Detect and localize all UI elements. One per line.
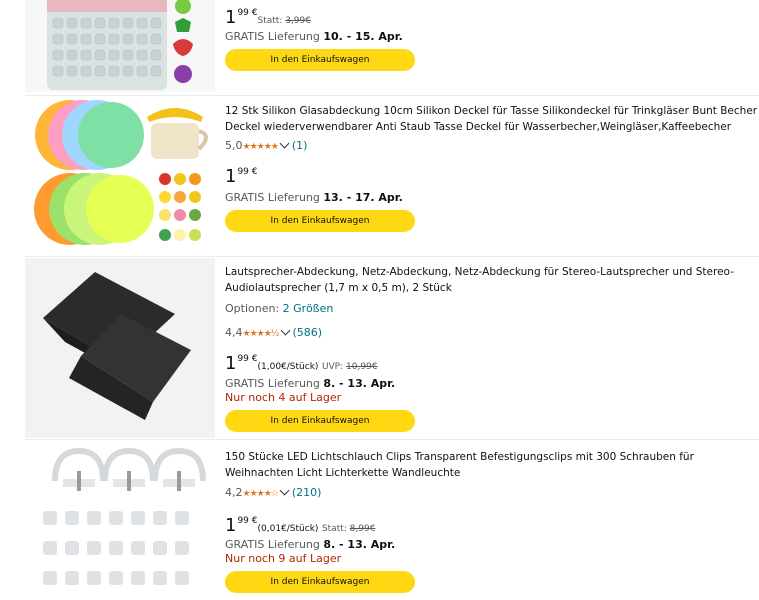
add-to-cart-button[interactable]: In den Einkaufswagen (225, 410, 415, 432)
silicone-lids-image (34, 100, 208, 245)
strike-label: Statt: (257, 16, 286, 26)
strike-price: 8,99€ (349, 524, 376, 534)
star-rating-icon[interactable]: ★★★★☆ (243, 489, 279, 499)
delivery-info: GRATIS Lieferung 10. - 15. Apr. (225, 30, 403, 43)
rating-value: 5,0 (225, 139, 243, 152)
add-to-cart-button[interactable]: In den Einkaufswagen (225, 210, 415, 232)
product-title[interactable]: 12 Stk Silikon Glasabdeckung 10cm Siliko… (225, 103, 759, 135)
price-row: 199 € (225, 163, 258, 186)
price-row: 199 €(1,00€/Stück) UVP: 10,99€ (225, 350, 378, 374)
rating-value: 4,2 (225, 486, 243, 499)
review-count[interactable]: (210) (292, 486, 322, 499)
unit-price: (1,00€/Stück) (257, 362, 319, 372)
price: 199 € (225, 353, 258, 374)
review-count[interactable]: (1) (292, 139, 308, 152)
product-card: 150 Stücke LED Lichtschlauch Clips Trans… (0, 441, 759, 600)
rating-row: 4,2★★★★☆ (210) (225, 485, 322, 501)
chevron-down-icon[interactable] (280, 325, 290, 336)
rating-row: 4,4★★★★½ (586) (225, 325, 323, 341)
add-to-cart-button[interactable]: In den Einkaufswagen (225, 49, 415, 71)
chevron-down-icon[interactable] (279, 138, 290, 149)
product-image[interactable] (25, 97, 215, 255)
strike-label: UVP: (321, 362, 347, 372)
strike-price: 3,99€ (285, 16, 311, 26)
silicone-mold-image (47, 0, 193, 90)
product-title[interactable]: Lautsprecher-Abdeckung, Netz-Abdeckung, … (225, 264, 745, 296)
strike-label: Statt: (321, 524, 350, 534)
price: 199 € (225, 7, 258, 28)
delivery-info: GRATIS Lieferung 8. - 13. Apr. (225, 377, 396, 390)
rating-value: 4,4 (225, 326, 243, 339)
speaker-cover-fabric-image (43, 272, 191, 420)
divider (25, 439, 759, 440)
stock-warning: Nur noch 4 auf Lager (225, 391, 342, 404)
options-link[interactable]: 2 Größen (283, 302, 334, 315)
product-image[interactable] (25, 0, 215, 92)
divider (25, 256, 759, 257)
rating-row: 5,0★★★★★ (1) (225, 138, 308, 154)
price-row: 199 €Statt: 3,99€ (225, 4, 311, 28)
delivery-info: GRATIS Lieferung 13. - 17. Apr. (225, 191, 403, 204)
search-results-list: 199 €Statt: 3,99€ GRATIS Lieferung 10. -… (0, 0, 759, 600)
product-image[interactable] (25, 258, 215, 438)
product-card: 199 €Statt: 3,99€ GRATIS Lieferung 10. -… (0, 0, 759, 95)
led-clips-image (43, 447, 206, 585)
product-card: Lautsprecher-Abdeckung, Netz-Abdeckung, … (0, 258, 759, 438)
strike-price: 10,99€ (346, 362, 378, 372)
divider (25, 95, 759, 96)
options-row: Optionen: 2 Größen (225, 302, 334, 315)
stock-warning: Nur noch 9 auf Lager (225, 552, 342, 565)
product-card: 12 Stk Silikon Glasabdeckung 10cm Siliko… (0, 97, 759, 257)
delivery-info: GRATIS Lieferung 8. - 13. Apr. (225, 538, 396, 551)
unit-price: (0,01€/Stück) (257, 524, 319, 534)
star-rating-icon[interactable]: ★★★★★ (243, 142, 279, 152)
star-rating-icon[interactable]: ★★★★½ (243, 329, 280, 339)
product-title[interactable]: 150 Stücke LED Lichtschlauch Clips Trans… (225, 449, 759, 481)
product-image[interactable] (25, 441, 215, 600)
chevron-down-icon[interactable] (279, 485, 290, 496)
price: 199 € (225, 166, 258, 187)
price-row: 199 €(0,01€/Stück) Statt: 8,99€ (225, 512, 375, 536)
review-count[interactable]: (586) (293, 326, 323, 339)
add-to-cart-button[interactable]: In den Einkaufswagen (225, 571, 415, 593)
price: 199 € (225, 515, 258, 536)
